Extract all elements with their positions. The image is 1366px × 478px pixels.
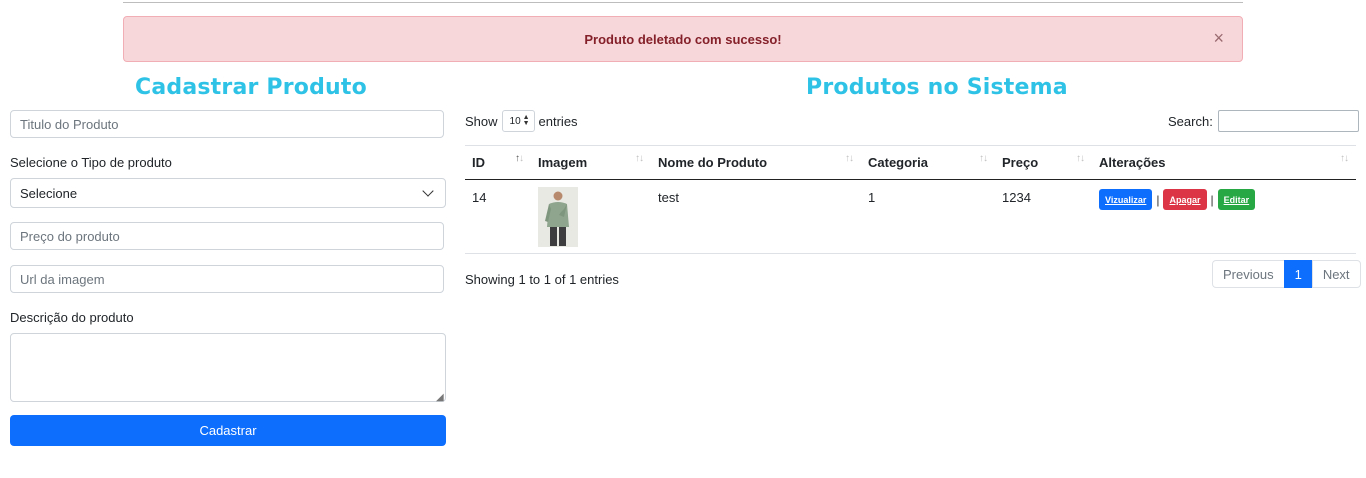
search-label: Search: bbox=[1168, 113, 1213, 129]
product-image bbox=[538, 187, 578, 247]
top-divider bbox=[123, 2, 1243, 3]
alert-message: Produto deletado com sucesso! bbox=[584, 31, 782, 47]
sort-icon: ↑↓ bbox=[979, 153, 988, 164]
column-header-image[interactable]: Imagem ↑↓ bbox=[531, 145, 651, 180]
view-button[interactable]: Vizualizar bbox=[1099, 189, 1153, 210]
close-icon[interactable]: × bbox=[1213, 28, 1224, 48]
page-button-1[interactable]: 1 bbox=[1283, 260, 1313, 288]
select-arrows-icon: ▲ ▼ bbox=[522, 114, 530, 127]
chevron-down-icon bbox=[422, 185, 434, 197]
product-price-input[interactable] bbox=[10, 222, 444, 250]
cell-category: 1 bbox=[861, 179, 995, 254]
table-header-row: ID ↑↓ Imagem ↑↓ Nome do Produto ↑↓ Categori… bbox=[465, 145, 1356, 180]
sort-icon: ↑↓ bbox=[845, 153, 854, 164]
cell-actions: Vizualizar | Apagar | Editar bbox=[1092, 179, 1356, 254]
delete-button[interactable]: Apagar bbox=[1163, 189, 1207, 210]
form-title: Cadastrar Produto bbox=[135, 75, 367, 100]
product-title-input[interactable] bbox=[10, 110, 444, 138]
product-type-selected: Selecione bbox=[20, 185, 78, 201]
sort-icon: ↑↓ bbox=[515, 153, 524, 164]
resize-handle-icon[interactable]: ◢ bbox=[436, 392, 444, 403]
submit-button[interactable]: Cadastrar bbox=[10, 415, 446, 446]
product-type-label: Selecione o Tipo de produto bbox=[10, 155, 172, 170]
table-info: Showing 1 to 1 of 1 entries bbox=[465, 272, 619, 287]
search-input[interactable] bbox=[1217, 110, 1359, 132]
column-header-actions[interactable]: Alterações ↑↓ bbox=[1092, 145, 1356, 180]
column-header-price[interactable]: Preço ↑↓ bbox=[995, 145, 1092, 180]
products-table: ID ↑↓ Imagem ↑↓ Nome do Produto ↑↓ Categori… bbox=[465, 145, 1356, 254]
table-title: Produtos no Sistema bbox=[806, 75, 1068, 100]
column-header-name[interactable]: Nome do Produto ↑↓ bbox=[651, 145, 861, 180]
pagination: Previous 1 Next bbox=[1212, 260, 1361, 288]
column-header-category[interactable]: Categoria ↑↓ bbox=[861, 145, 995, 180]
sort-icon: ↑↓ bbox=[1076, 153, 1085, 164]
cell-image bbox=[531, 179, 651, 254]
cell-name: test bbox=[651, 179, 861, 254]
row-actions: Vizualizar | Apagar | Editar bbox=[1099, 189, 1349, 210]
entries-select[interactable]: 10 ▲ ▼ bbox=[501, 110, 535, 132]
description-label: Descrição do produto bbox=[10, 310, 134, 325]
cell-price: 1234 bbox=[995, 179, 1092, 254]
success-alert: Produto deletado com sucesso! × bbox=[123, 16, 1243, 62]
previous-button[interactable]: Previous bbox=[1212, 260, 1285, 288]
show-label: Show bbox=[465, 113, 498, 129]
description-textarea[interactable] bbox=[10, 333, 446, 402]
edit-button[interactable]: Editar bbox=[1217, 189, 1256, 210]
next-button[interactable]: Next bbox=[1311, 260, 1361, 288]
length-control: Show 10 ▲ ▼ entries bbox=[465, 110, 578, 132]
image-url-input[interactable] bbox=[10, 265, 444, 293]
entries-label: entries bbox=[538, 113, 578, 129]
action-separator: | bbox=[1156, 192, 1160, 207]
sort-icon: ↑↓ bbox=[1340, 153, 1349, 164]
table-row: 14 test 1 1234 Vizualizar | Apagar | Edi… bbox=[465, 179, 1356, 254]
entries-value: 10 bbox=[509, 115, 521, 127]
search-control: Search: bbox=[1168, 110, 1359, 132]
action-separator: | bbox=[1210, 192, 1214, 207]
cell-id: 14 bbox=[465, 179, 531, 254]
product-type-select[interactable]: Selecione bbox=[10, 178, 446, 208]
column-header-id[interactable]: ID ↑↓ bbox=[465, 145, 531, 180]
sort-icon: ↑↓ bbox=[635, 153, 644, 164]
